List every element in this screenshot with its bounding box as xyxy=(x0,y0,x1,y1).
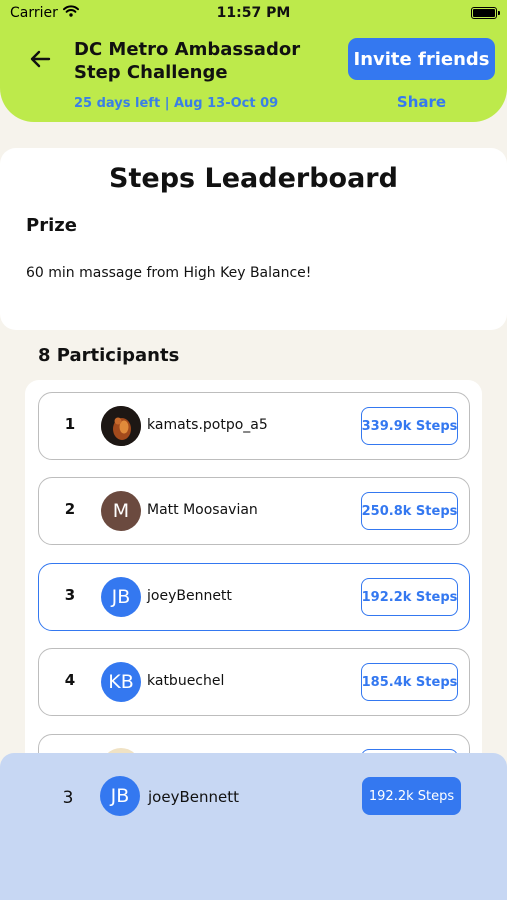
leaderboard-title: Steps Leaderboard xyxy=(109,163,398,194)
leaderboard-row[interactable]: 1 kamats.potpo_a5 339.9k Steps xyxy=(38,392,470,460)
participant-name: joeyBennett xyxy=(147,588,232,604)
prize-heading: Prize xyxy=(26,215,77,236)
invite-friends-button[interactable]: Invite friends xyxy=(348,38,495,80)
leaderboard-row[interactable]: 4 KB katbuechel 185.4k Steps xyxy=(38,648,470,716)
share-link[interactable]: Share xyxy=(348,93,495,111)
leaderboard-row-current-user[interactable]: 3 JB joeyBennett 192.2k Steps xyxy=(38,563,470,631)
challenge-dates: 25 days left | Aug 13-Oct 09 xyxy=(74,96,279,111)
participant-name: kamats.potpo_a5 xyxy=(147,417,268,433)
prize-card: Steps Leaderboard Prize 60 min massage f… xyxy=(0,148,507,330)
current-user-avatar: JB xyxy=(100,776,140,816)
rank-number: 2 xyxy=(64,500,76,518)
avatar: KB xyxy=(101,662,141,702)
prize-description: 60 min massage from High Key Balance! xyxy=(26,265,312,281)
rank-number: 3 xyxy=(64,586,76,604)
steps-badge[interactable]: 339.9k Steps xyxy=(361,407,458,445)
rank-number: 1 xyxy=(64,415,76,433)
status-time: 11:57 PM xyxy=(216,5,291,21)
avatar: M xyxy=(101,491,141,531)
status-bar: Carrier 11:57 PM xyxy=(0,0,507,28)
current-user-summary: 3 JB joeyBennett 192.2k Steps xyxy=(0,753,507,900)
steps-badge[interactable]: 185.4k Steps xyxy=(361,663,458,701)
leaderboard-row[interactable]: 2 M Matt Moosavian 250.8k Steps xyxy=(38,477,470,545)
participant-name: katbuechel xyxy=(147,673,225,689)
current-user-rank: 3 xyxy=(62,788,74,808)
back-arrow-icon[interactable] xyxy=(26,45,54,73)
battery-icon xyxy=(471,7,500,19)
avatar xyxy=(101,406,141,446)
current-user-name: joeyBennett xyxy=(148,788,239,806)
participants-count: 8 Participants xyxy=(38,345,180,366)
current-user-steps-badge[interactable]: 192.2k Steps xyxy=(362,777,461,815)
participant-name: Matt Moosavian xyxy=(147,502,258,518)
avatar: JB xyxy=(101,577,141,617)
challenge-title: DC Metro Ambassador Step Challenge xyxy=(74,39,301,83)
steps-badge[interactable]: 192.2k Steps xyxy=(361,578,458,616)
rank-number: 4 xyxy=(64,671,76,689)
steps-badge[interactable]: 250.8k Steps xyxy=(361,492,458,530)
